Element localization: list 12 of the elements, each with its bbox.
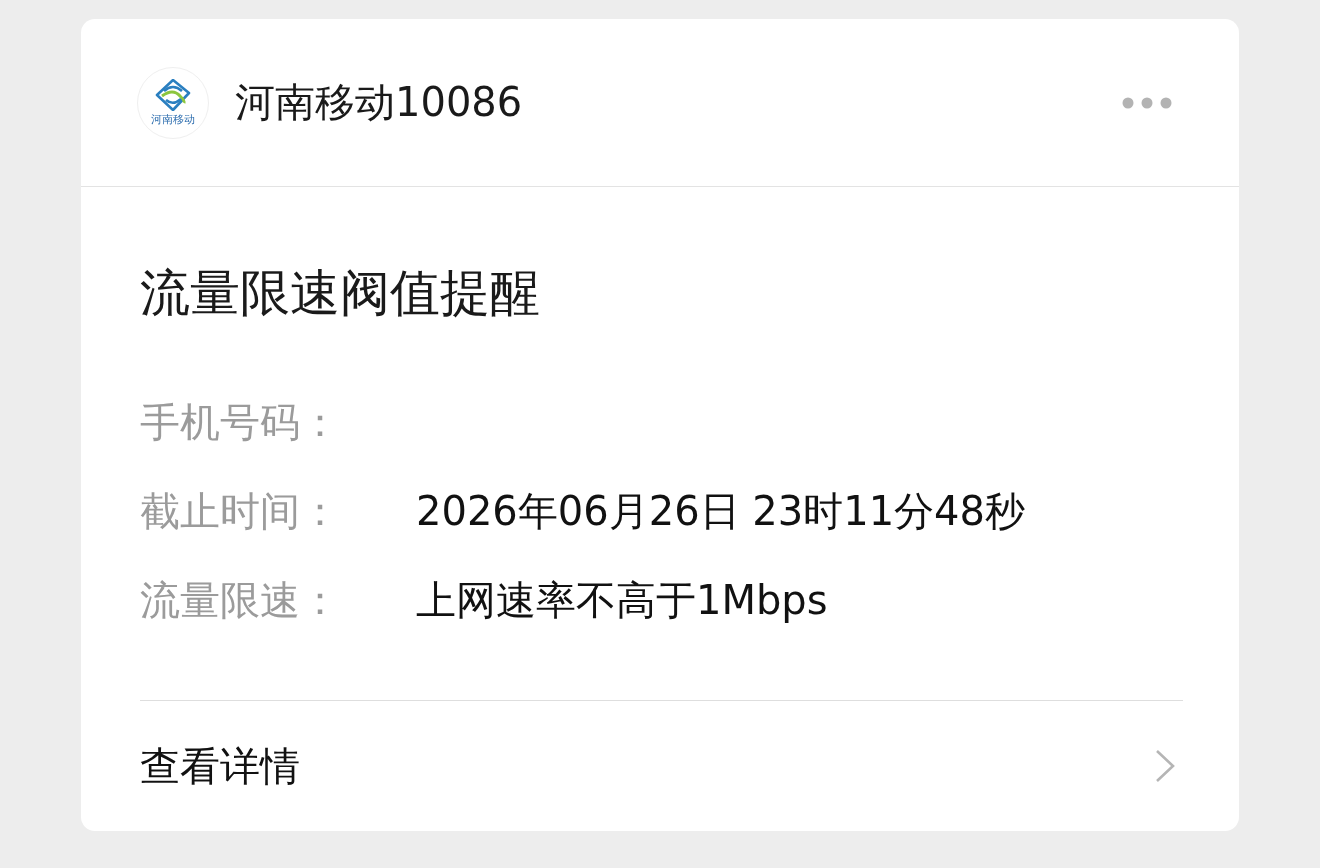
field-value: 2026年06月26日 23时11分48秒	[416, 487, 1026, 536]
more-icon[interactable]	[1122, 96, 1172, 109]
field-label: 流量限速：	[140, 576, 341, 625]
swirl-icon	[155, 79, 191, 111]
message-title: 流量限速阀值提醒	[140, 263, 541, 323]
field-label: 手机号码：	[140, 398, 341, 447]
field-label: 截止时间：	[140, 487, 341, 536]
logo-text: 河南移动	[151, 113, 195, 126]
account-name: 河南移动10086	[235, 78, 524, 127]
chevron-right-icon	[1155, 749, 1175, 783]
field-value: 上网速率不高于1Mbps	[416, 576, 829, 625]
view-details-link[interactable]: 查看详情	[140, 701, 1183, 831]
